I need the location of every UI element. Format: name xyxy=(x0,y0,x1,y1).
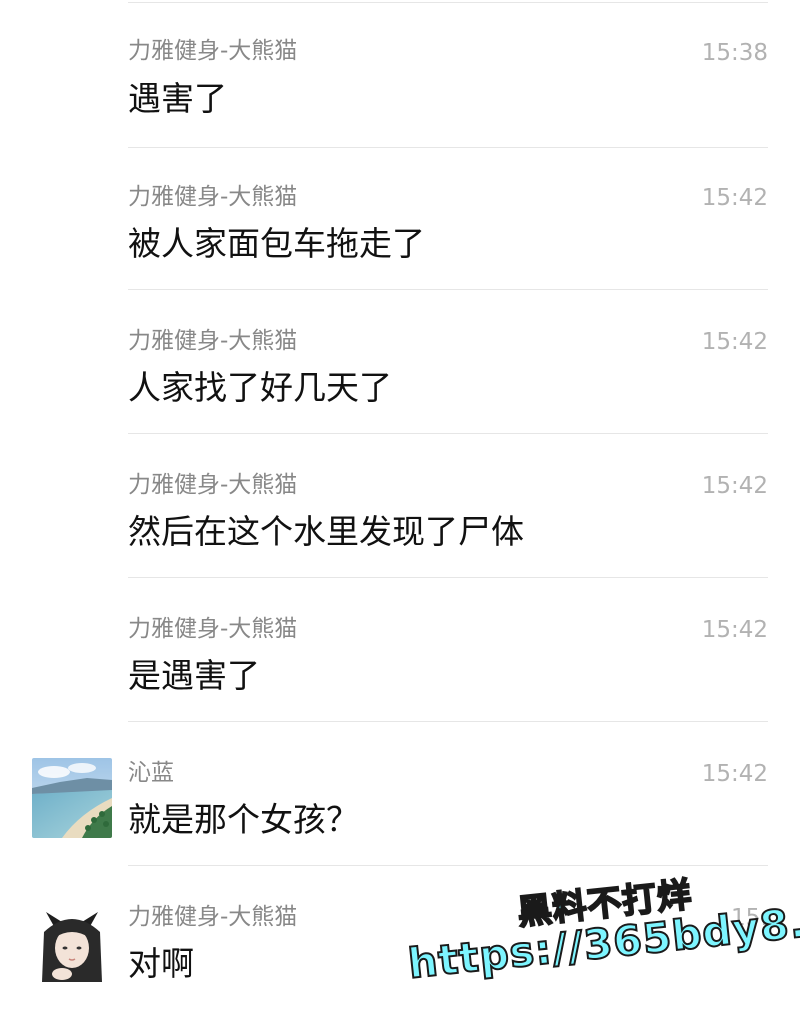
message-item[interactable]: 力雅健身-大熊猫 15:42 然后在这个水里发现了尸体 xyxy=(0,434,800,578)
message-item[interactable]: 力雅健身-大熊猫 15:42 被人家面包车拖走了 xyxy=(0,146,800,290)
message-time: 15: xyxy=(730,905,768,931)
message-text: 人家找了好几天了 xyxy=(128,368,392,407)
message-time: 15:42 xyxy=(701,617,768,643)
message-item[interactable]: 沁蓝 15:42 就是那个女孩？ xyxy=(0,722,800,866)
message-sender: 力雅健身-大熊猫 xyxy=(128,184,298,210)
message-time: 15:42 xyxy=(701,761,768,787)
message-sender: 沁蓝 xyxy=(128,760,174,786)
message-sender: 力雅健身-大熊猫 xyxy=(128,38,298,64)
message-sender: 力雅健身-大熊猫 xyxy=(128,616,298,642)
message-item[interactable]: 力雅健身-大熊猫 15: 对啊 xyxy=(0,866,800,1010)
anime-girl-cat-ears-avatar[interactable] xyxy=(32,902,112,982)
message-sender: 力雅健身-大熊猫 xyxy=(128,904,298,930)
message-text: 就是那个女孩？ xyxy=(128,800,359,839)
message-time: 15:42 xyxy=(701,185,768,211)
message-time: 15:42 xyxy=(701,473,768,499)
message-sender: 力雅健身-大熊猫 xyxy=(128,328,298,354)
message-item[interactable]: 力雅健身-大熊猫 15:38 遇害了 xyxy=(0,4,800,148)
message-sender: 力雅健身-大熊猫 xyxy=(128,472,298,498)
message-item[interactable]: 力雅健身-大熊猫 15:42 是遇害了 xyxy=(0,578,800,722)
message-item[interactable]: 力雅健身-大熊猫 15:42 人家找了好几天了 xyxy=(0,290,800,434)
message-time: 15:38 xyxy=(701,40,768,66)
top-divider xyxy=(128,2,768,3)
message-text: 遇害了 xyxy=(128,79,227,118)
message-text: 然后在这个水里发现了尸体 xyxy=(128,512,524,551)
beach-landscape-avatar[interactable] xyxy=(32,758,112,838)
message-text: 被人家面包车拖走了 xyxy=(128,224,425,263)
message-text: 是遇害了 xyxy=(128,656,260,695)
message-time: 15:42 xyxy=(701,329,768,355)
message-text: 对啊 xyxy=(128,944,194,983)
